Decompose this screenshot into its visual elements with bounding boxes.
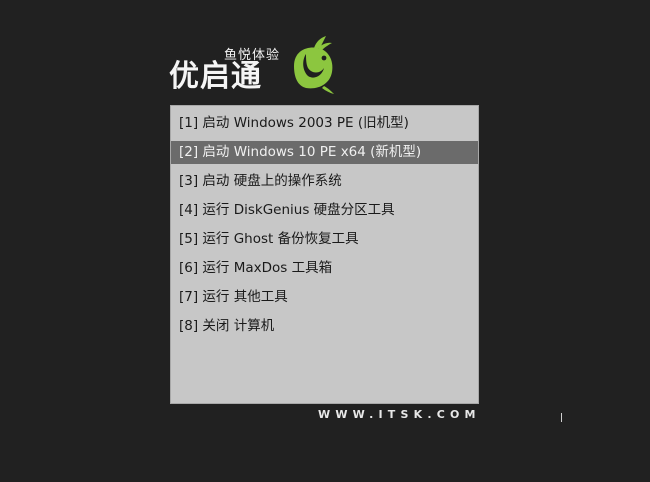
- menu-item-win2003pe[interactable]: [1] 启动 Windows 2003 PE (旧机型): [171, 112, 478, 135]
- text-cursor: [561, 413, 562, 422]
- logo-title: 优启通: [169, 59, 262, 94]
- menu-item-shutdown[interactable]: [8] 关闭 计算机: [171, 315, 478, 338]
- menu-item-win10pe[interactable]: [2] 启动 Windows 10 PE x64 (新机型): [171, 141, 478, 164]
- menu-item-boot-hdd[interactable]: [3] 启动 硬盘上的操作系统: [171, 170, 478, 193]
- menu-item-ghost[interactable]: [5] 运行 Ghost 备份恢复工具: [171, 228, 478, 251]
- footer-url: WWW.ITSK.COM: [318, 408, 481, 421]
- menu-item-maxdos[interactable]: [6] 运行 MaxDos 工具箱: [171, 257, 478, 280]
- fish-icon: [294, 36, 334, 94]
- brand-logo: 鱼悦体验 优启通: [166, 30, 341, 96]
- menu-item-other-tools[interactable]: [7] 运行 其他工具: [171, 286, 478, 309]
- menu-item-diskgenius[interactable]: [4] 运行 DiskGenius 硬盘分区工具: [171, 199, 478, 222]
- boot-menu-panel: [1] 启动 Windows 2003 PE (旧机型) [2] 启动 Wind…: [170, 105, 479, 404]
- boot-menu-list: [1] 启动 Windows 2003 PE (旧机型) [2] 启动 Wind…: [171, 106, 478, 338]
